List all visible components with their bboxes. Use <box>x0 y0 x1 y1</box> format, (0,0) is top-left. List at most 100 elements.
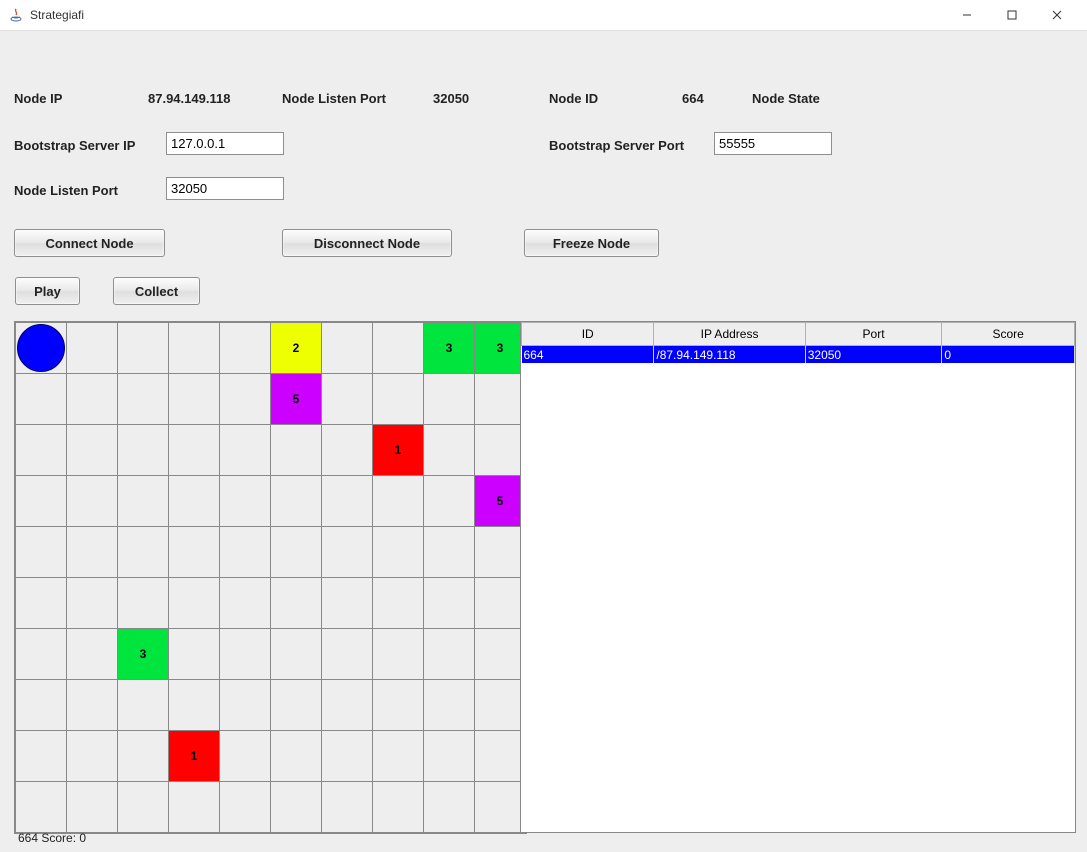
grid-cell[interactable] <box>16 578 67 629</box>
grid-cell[interactable] <box>16 374 67 425</box>
grid-cell[interactable] <box>220 323 271 374</box>
grid-cell[interactable] <box>322 323 373 374</box>
grid-cell[interactable] <box>220 782 271 833</box>
grid-cell[interactable] <box>373 374 424 425</box>
grid-cell[interactable] <box>373 731 424 782</box>
grid-cell[interactable] <box>475 425 526 476</box>
grid-cell[interactable] <box>118 782 169 833</box>
grid-cell[interactable] <box>169 782 220 833</box>
peer-table[interactable]: IDIP AddressPortScore 664/87.94.149.1183… <box>520 321 1076 833</box>
grid-cell[interactable] <box>322 476 373 527</box>
grid-cell[interactable] <box>169 578 220 629</box>
grid-cell[interactable] <box>67 425 118 476</box>
table-header[interactable]: ID <box>522 323 654 346</box>
grid-cell[interactable] <box>271 782 322 833</box>
grid-cell[interactable] <box>322 527 373 578</box>
connect-node-button[interactable]: Connect Node <box>14 229 165 257</box>
grid-cell-value[interactable]: 1 <box>169 731 220 782</box>
grid-cell[interactable] <box>322 629 373 680</box>
bootstrap-server-ip-input[interactable] <box>166 132 284 155</box>
grid-cell[interactable] <box>475 629 526 680</box>
grid-cell[interactable] <box>16 527 67 578</box>
grid-cell[interactable] <box>271 680 322 731</box>
grid-cell-value[interactable]: 5 <box>475 476 526 527</box>
grid-cell-value[interactable]: 2 <box>271 323 322 374</box>
grid-cell[interactable] <box>322 374 373 425</box>
grid-cell[interactable] <box>220 680 271 731</box>
grid-cell[interactable] <box>16 476 67 527</box>
grid-cell[interactable] <box>271 578 322 629</box>
grid-cell[interactable] <box>424 680 475 731</box>
bootstrap-server-port-input[interactable] <box>714 132 832 155</box>
grid-cell[interactable] <box>67 782 118 833</box>
grid-cell[interactable] <box>16 680 67 731</box>
grid-cell[interactable] <box>475 731 526 782</box>
table-header[interactable]: Port <box>805 323 942 346</box>
grid-cell[interactable] <box>424 374 475 425</box>
grid-cell[interactable] <box>271 476 322 527</box>
grid-cell[interactable] <box>322 782 373 833</box>
grid-cell[interactable] <box>169 680 220 731</box>
table-header[interactable]: Score <box>942 323 1075 346</box>
grid-cell[interactable] <box>169 425 220 476</box>
grid-cell[interactable] <box>424 629 475 680</box>
grid-cell[interactable] <box>118 374 169 425</box>
grid-cell[interactable] <box>220 578 271 629</box>
grid-cell[interactable] <box>322 731 373 782</box>
play-button[interactable]: Play <box>15 277 80 305</box>
grid-cell[interactable] <box>373 476 424 527</box>
grid-cell[interactable] <box>475 782 526 833</box>
grid-cell[interactable] <box>67 680 118 731</box>
grid-cell[interactable] <box>169 476 220 527</box>
grid-cell[interactable] <box>169 323 220 374</box>
grid-cell[interactable] <box>16 323 67 374</box>
grid-cell[interactable] <box>475 578 526 629</box>
grid-cell[interactable] <box>475 527 526 578</box>
disconnect-node-button[interactable]: Disconnect Node <box>282 229 452 257</box>
grid-cell[interactable] <box>169 629 220 680</box>
grid-cell[interactable] <box>271 425 322 476</box>
grid-cell[interactable] <box>16 629 67 680</box>
grid-cell[interactable] <box>271 731 322 782</box>
grid-cell-value[interactable]: 1 <box>373 425 424 476</box>
grid-cell[interactable] <box>424 425 475 476</box>
table-header[interactable]: IP Address <box>654 323 805 346</box>
grid-cell[interactable] <box>118 527 169 578</box>
grid-cell[interactable] <box>67 323 118 374</box>
collect-button[interactable]: Collect <box>113 277 200 305</box>
grid-cell[interactable] <box>16 731 67 782</box>
grid-cell[interactable] <box>67 476 118 527</box>
grid-cell[interactable] <box>373 527 424 578</box>
grid-cell[interactable] <box>373 680 424 731</box>
grid-cell[interactable] <box>424 527 475 578</box>
table-row[interactable]: 664/87.94.149.118320500 <box>522 346 1075 364</box>
grid-cell[interactable] <box>220 425 271 476</box>
grid-cell-value[interactable]: 3 <box>475 323 526 374</box>
minimize-button[interactable] <box>944 1 989 30</box>
grid-cell[interactable] <box>220 476 271 527</box>
grid-cell[interactable] <box>373 323 424 374</box>
grid-cell[interactable] <box>373 782 424 833</box>
grid-cell[interactable] <box>118 680 169 731</box>
grid-cell[interactable] <box>220 629 271 680</box>
grid-cell[interactable] <box>220 374 271 425</box>
grid-cell[interactable] <box>118 425 169 476</box>
grid-cell[interactable] <box>67 374 118 425</box>
grid-cell[interactable] <box>373 578 424 629</box>
grid-cell[interactable] <box>373 629 424 680</box>
grid-cell[interactable] <box>475 680 526 731</box>
grid-cell[interactable] <box>475 374 526 425</box>
grid-cell-value[interactable]: 5 <box>271 374 322 425</box>
grid-cell[interactable] <box>424 476 475 527</box>
grid-cell[interactable] <box>118 731 169 782</box>
node-listen-port-input[interactable] <box>166 177 284 200</box>
grid-cell[interactable] <box>271 629 322 680</box>
grid-cell-value[interactable]: 3 <box>424 323 475 374</box>
grid-cell[interactable] <box>67 629 118 680</box>
game-grid[interactable]: 23351531 <box>14 321 527 834</box>
grid-cell[interactable] <box>16 425 67 476</box>
grid-cell[interactable] <box>67 527 118 578</box>
grid-cell[interactable] <box>322 425 373 476</box>
grid-cell[interactable] <box>322 578 373 629</box>
freeze-node-button[interactable]: Freeze Node <box>524 229 659 257</box>
